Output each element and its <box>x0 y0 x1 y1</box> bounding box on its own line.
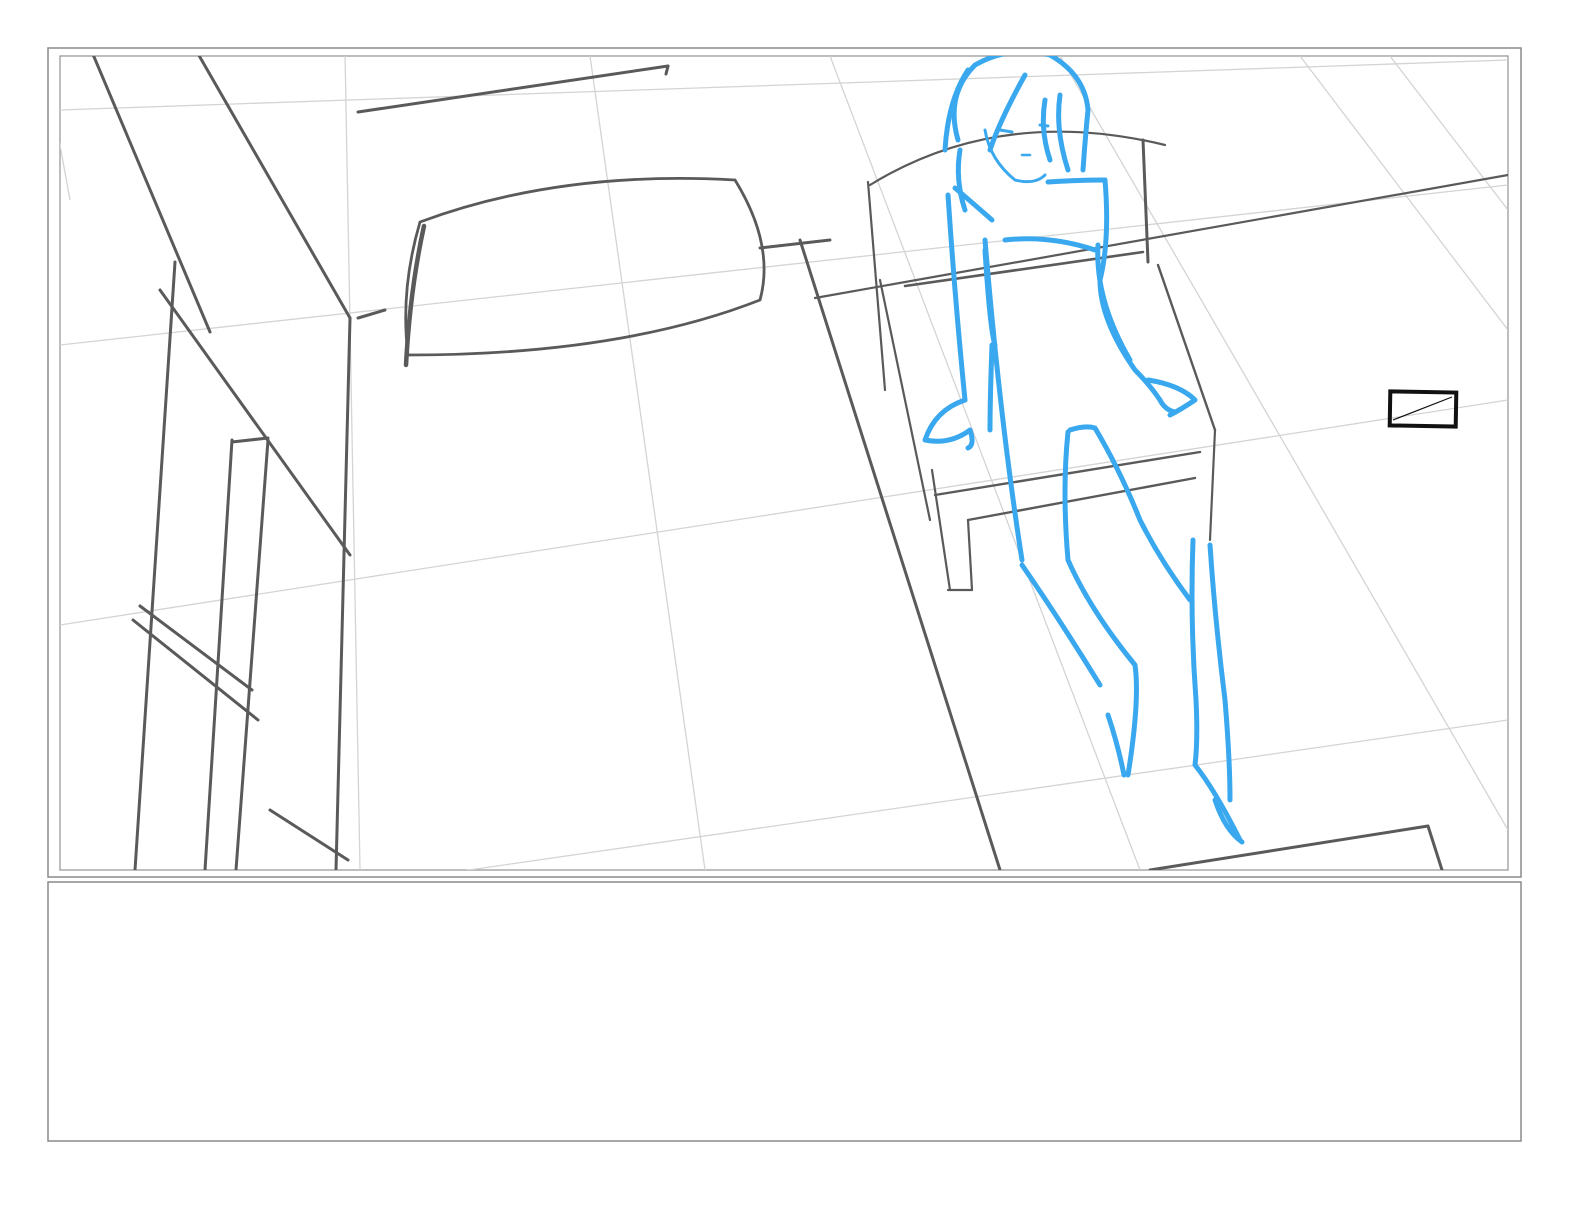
storyboard-svg <box>47 47 1522 1142</box>
notes-panel-frame <box>47 881 1522 1142</box>
image-panel <box>47 47 1522 878</box>
image-panel-outer-frame <box>47 47 1522 878</box>
storyboard-sheet <box>0 0 1584 1224</box>
notes-panel <box>47 881 1522 1142</box>
